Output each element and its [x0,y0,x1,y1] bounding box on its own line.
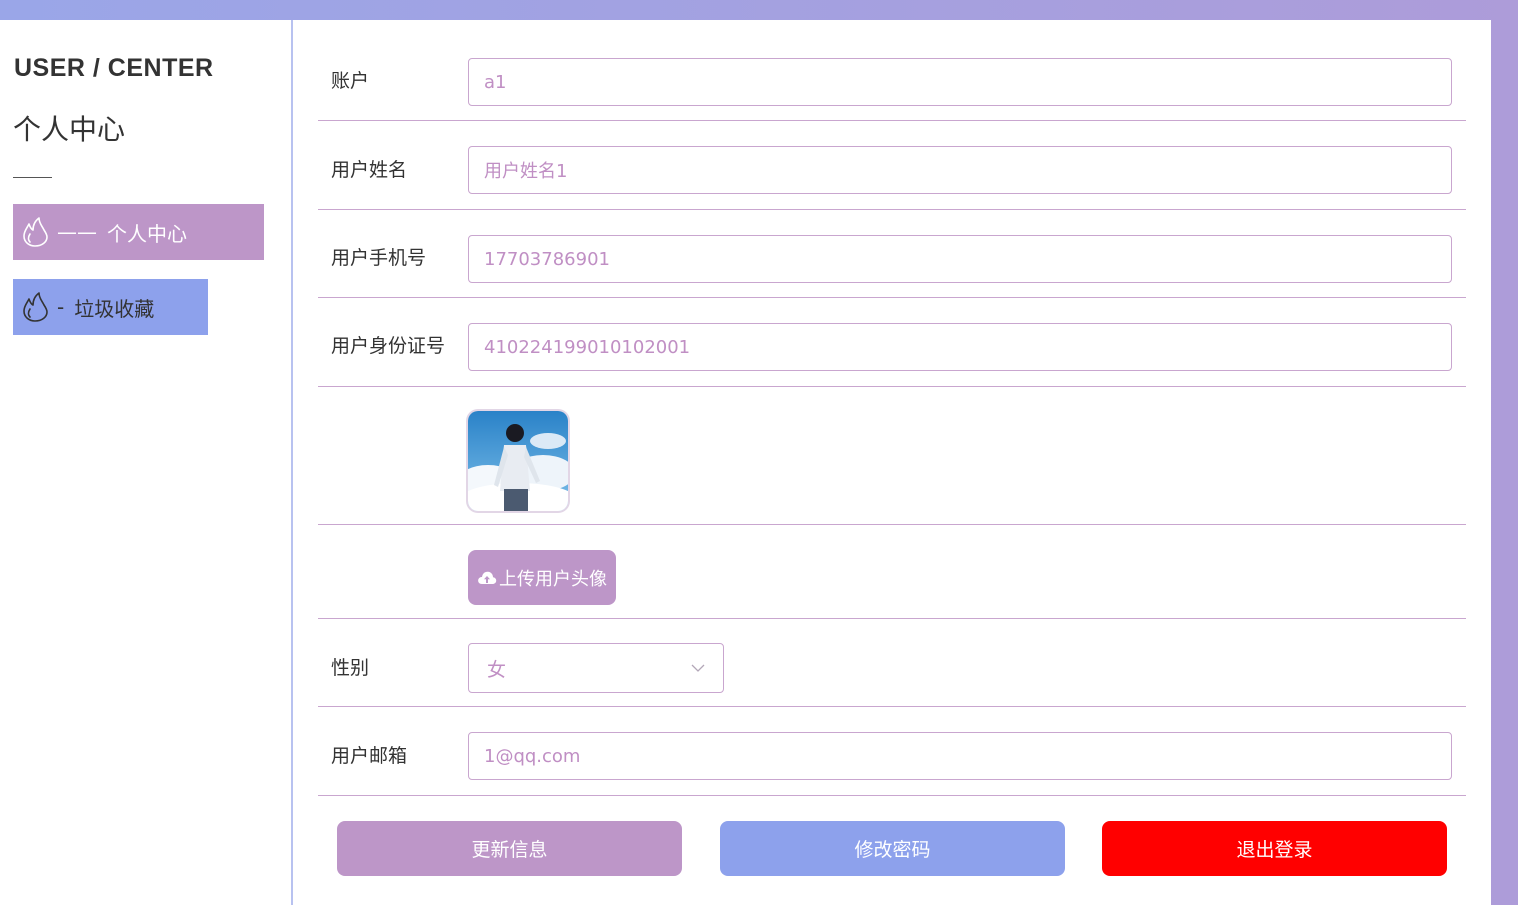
account-label: 账户 [331,70,370,92]
page-container: USER / CENTER 个人中心 —— 个人中心 - 垃圾收藏 账户 a1 … [0,20,1491,905]
sidebar-item-user-center[interactable]: —— 个人中心 [13,204,264,260]
sidebar-item-label: 垃圾收藏 [74,296,155,321]
form-row-account: 账户 [318,20,1466,121]
phone-label: 用户手机号 [331,247,427,269]
sidebar-item-dash: —— [57,220,97,244]
sidebar-title-en: USER / CENTER [14,54,214,82]
id-card-label: 用户身份证号 [331,335,446,357]
sidebar-item-dash: - [57,295,65,319]
gender-selected-value: 女 [487,658,507,681]
form-row-phone: 用户手机号 [318,210,1466,298]
chevron-down-icon [691,664,705,672]
change-password-button[interactable]: 修改密码 [720,821,1065,876]
gender-select[interactable]: 女 [468,643,724,693]
sidebar-item-label: 个人中心 [107,221,187,246]
form-row-id-card: 用户身份证号 [318,298,1466,387]
phone-input[interactable] [468,235,1452,283]
action-buttons: 更新信息 修改密码 退出登录 [337,821,1447,876]
logout-button[interactable]: 退出登录 [1102,821,1447,876]
flame-icon [21,290,51,324]
form-row-avatar [318,387,1466,525]
sidebar-item-trash-favorites[interactable]: - 垃圾收藏 [13,279,208,335]
cloud-upload-icon [477,570,497,586]
sidebar-title-cn: 个人中心 [13,113,126,146]
form-row-email: 用户邮箱 [318,707,1466,796]
form-row-upload: 上传用户头像 [318,525,1466,619]
account-input[interactable] [468,58,1452,106]
id-card-input[interactable] [468,323,1452,371]
form-row-gender: 性别 女 [318,619,1466,707]
gender-label: 性别 [331,657,370,679]
upload-avatar-button[interactable]: 上传用户头像 [468,550,616,605]
upload-avatar-label: 上传用户头像 [499,568,607,590]
flame-icon [21,215,51,249]
sidebar-divider [13,177,52,178]
email-input[interactable] [468,732,1452,780]
sidebar: USER / CENTER 个人中心 —— 个人中心 - 垃圾收藏 [0,20,293,905]
avatar [468,411,568,511]
name-label: 用户姓名 [331,159,408,181]
form-row-name: 用户姓名 [318,121,1466,210]
email-label: 用户邮箱 [331,745,408,767]
name-input[interactable] [468,146,1452,194]
update-info-button[interactable]: 更新信息 [337,821,682,876]
